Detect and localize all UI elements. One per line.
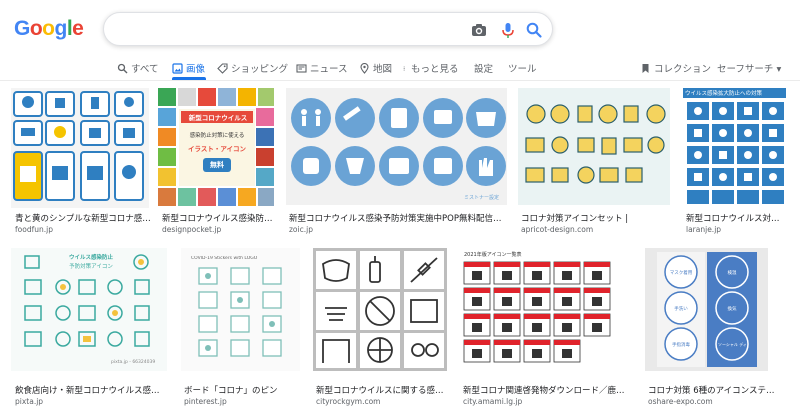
header-divider <box>0 80 800 81</box>
tab-label: もっと見る <box>411 64 459 75</box>
bookmark-icon <box>642 63 649 73</box>
result-thumbnail-art <box>657 252 757 367</box>
result-caption[interactable]: コロナ対策アイコンセット | <box>521 212 671 224</box>
search-input[interactable] <box>120 19 460 39</box>
result-source[interactable]: cityrockgym.com <box>316 397 448 406</box>
tab-label: ツール <box>508 64 537 75</box>
collections-link[interactable]: コレクション <box>640 59 711 77</box>
result-thumbnail-art <box>316 251 444 368</box>
logo-letter: o <box>42 17 55 40</box>
result-thumbnail-art <box>13 91 144 201</box>
tab-maps[interactable]: 地図 <box>359 59 392 77</box>
result-caption[interactable]: 新型コロナウイルス対… <box>686 212 786 224</box>
search-icon[interactable] <box>525 21 543 39</box>
map-pin-icon <box>360 62 369 74</box>
mic-icon[interactable] <box>499 21 517 39</box>
result-caption[interactable]: コロナ対策 6種のアイコンステッ… <box>648 384 778 396</box>
pixta-subtitle: 予防対策アイコン <box>69 264 113 270</box>
camera-icon[interactable] <box>470 21 488 39</box>
result-image-zoic[interactable]: ミストナー設定 <box>286 88 507 205</box>
tab-label: 画像 <box>186 64 206 75</box>
collections-label: コレクション <box>654 64 712 75</box>
laranje-title: ウイルス感染拡大防止への対策 <box>685 91 763 97</box>
more-icon <box>403 65 405 71</box>
zoic-footer: ミストナー設定 <box>464 195 500 201</box>
image-icon <box>172 62 183 74</box>
tab-more[interactable]: もっと見る <box>403 59 459 77</box>
result-image-pixta[interactable]: ウイルス感染防止 予防対策アイコン pixta.jp - 66324039 <box>11 248 167 371</box>
result-source[interactable]: pixta.jp <box>15 397 167 406</box>
designpocket-badge: 無料 <box>203 158 231 172</box>
result-image-foodfun[interactable] <box>11 88 149 208</box>
result-thumbnail-art <box>198 267 282 357</box>
logo-letter: e <box>72 17 84 40</box>
designpocket-subtitle-2: イラスト・アイコン <box>187 145 247 153</box>
logo-letter: o <box>29 17 43 40</box>
result-thumbnail-art <box>683 88 786 204</box>
result-source[interactable]: zoic.jp <box>289 225 506 234</box>
result-caption[interactable]: 新型コロナウイルス感染防止… <box>162 212 277 224</box>
search-icon <box>117 63 128 73</box>
result-caption[interactable]: 飲食店向け・新型コロナウイルス感染症… <box>15 384 167 396</box>
result-image-oshare[interactable]: マスク着用 手洗い 手指消毒 検温 換気 ソーシャル ディスタンス <box>645 248 768 371</box>
tab-label: 設定 <box>474 64 494 75</box>
result-image-designpocket[interactable]: 新型コロナウイルス 感染防止対策に使える イラスト・アイコン 無料 <box>158 88 274 206</box>
result-image-pinterest[interactable]: COVID-19 Stickers with LOGO <box>181 248 300 371</box>
result-source[interactable]: designpocket.jp <box>162 225 277 234</box>
oshare-label-1: マスク着用 <box>669 271 693 276</box>
pixta-title: ウイルス感染防止 <box>68 255 113 261</box>
tab-images[interactable]: 画像 <box>172 59 205 77</box>
google-logo[interactable]: Google <box>14 17 84 41</box>
oshare-label-3: 手指消毒 <box>672 343 690 348</box>
pinterest-header: COVID-19 Stickers with LOGO <box>191 256 258 261</box>
result-image-apricot[interactable] <box>518 88 670 205</box>
tab-tools[interactable]: ツール <box>508 59 537 77</box>
result-source[interactable]: foodfun.jp <box>15 225 153 234</box>
tab-all[interactable]: すべて <box>117 59 158 77</box>
amami-title: 2021年版アイコン一覧表 <box>464 252 522 258</box>
tab-label: すべて <box>131 64 159 75</box>
oshare-label-4: 検温 <box>727 271 737 276</box>
tab-shopping[interactable]: ショッピング <box>217 59 288 77</box>
tab-settings[interactable]: 設定 <box>474 59 493 77</box>
result-source[interactable]: laranje.jp <box>686 225 786 234</box>
logo-letter: G <box>14 17 30 40</box>
header: Google <box>0 0 800 56</box>
result-thumbnail-art <box>463 261 611 363</box>
oshare-label-6: ソーシャル ディスタンス <box>718 342 746 347</box>
result-caption[interactable]: ボード「コロナ」のピン <box>184 384 300 396</box>
result-source[interactable]: oshare-expo.com <box>648 397 778 406</box>
tag-icon <box>217 62 228 74</box>
tab-label: ショッピング <box>231 64 289 75</box>
oshare-label-2: 手洗い <box>674 307 688 312</box>
result-image-laranje[interactable]: ウイルス感染拡大防止への対策 <box>683 88 786 206</box>
result-image-amami[interactable]: 2021年版アイコン一覧表 <box>460 248 631 371</box>
result-source[interactable]: apricot-design.com <box>521 225 671 234</box>
safesearch-label: セーフサーチ ▾ <box>717 64 782 75</box>
tab-label: ニュース <box>310 64 348 75</box>
safesearch-toggle[interactable]: セーフサーチ ▾ <box>717 59 781 77</box>
result-thumbnail-art <box>291 98 506 186</box>
search-box[interactable] <box>103 12 553 46</box>
result-caption[interactable]: 新型コロナ関連啓発物ダウンロード／鹿児島… <box>463 384 631 396</box>
result-source[interactable]: city.amami.lg.jp <box>463 397 631 406</box>
result-caption[interactable]: 新型コロナウイルスに関する感染… <box>316 384 448 396</box>
designpocket-title: 新型コロナウイルス <box>188 114 248 122</box>
result-caption[interactable]: 青と黄のシンプルな新型コロナ感… <box>15 212 153 224</box>
logo-letter: g <box>54 17 68 40</box>
news-icon <box>296 63 307 73</box>
search-tabs: すべて 画像 ショッピング ニュース 地図 もっと見る 設定 ツール コレクショ… <box>0 56 800 78</box>
result-image-cityrockgym[interactable] <box>313 248 447 371</box>
tab-news[interactable]: ニュース <box>296 59 348 77</box>
result-source[interactable]: pinterest.jp <box>184 397 300 406</box>
pixta-watermark: pixta.jp - 66324039 <box>111 360 156 365</box>
result-thumbnail-art <box>525 104 666 184</box>
oshare-label-5: 換気 <box>727 307 737 312</box>
designpocket-subtitle: 感染防止対策に使える <box>189 133 245 139</box>
result-caption[interactable]: 新型コロナウイルス感染予防対策実施中POP無料配信中 | Z… <box>289 212 506 224</box>
tab-label: 地図 <box>373 64 393 75</box>
